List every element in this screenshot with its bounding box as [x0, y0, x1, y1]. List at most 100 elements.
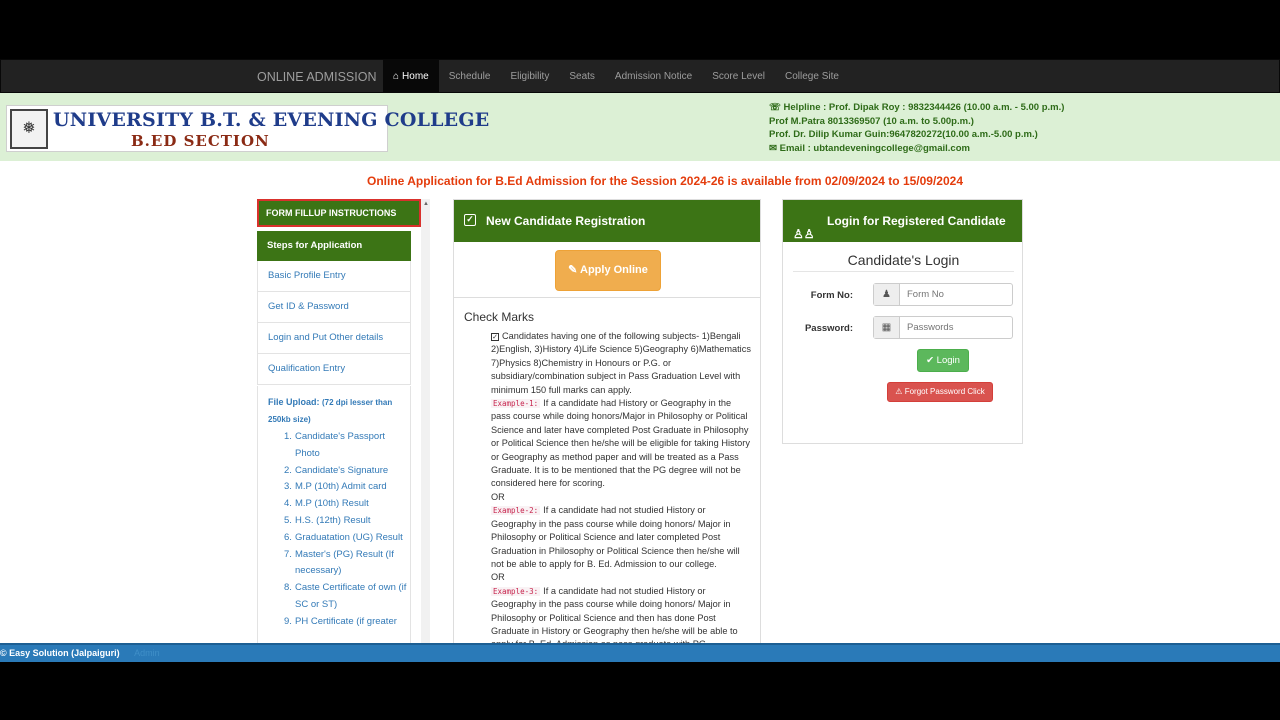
college-logo-banner: ❅ UNIVERSITY B.T. & EVENING COLLEGE B.ED…: [6, 105, 489, 152]
login-button[interactable]: ✔ Login: [917, 349, 969, 372]
nav-brand[interactable]: ONLINE ADMISSION: [257, 60, 376, 94]
upload-item-number: 3.: [284, 481, 292, 493]
upload-item: 7. Master's (PG) Result (If necessary): [268, 547, 408, 581]
contact-line-2: Prof M.Patra 8013369507 (10 a.m. to 5.00…: [769, 115, 974, 127]
example-1: Example-1: If a candidate had History or …: [491, 397, 751, 491]
contact-line-3: Prof. Dr. Dilip Kumar Guin:9647820272(10…: [769, 129, 1038, 141]
upload-item-number: 9.: [284, 615, 292, 627]
login-panel: ♙♙ Login for Registered Candidate Candid…: [782, 199, 1023, 444]
upload-item: 5. H.S. (12th) Result: [268, 513, 408, 530]
forgot-password-button[interactable]: ⚠ Forgot Password Click: [887, 382, 993, 402]
sidebar-scrollbar[interactable]: [421, 199, 430, 662]
helpline-text: Helpline : Prof. Dipak Roy : 9832344426 …: [783, 102, 1065, 113]
eligibility-intro-text: Candidates having one of the following s…: [491, 331, 751, 395]
upload-item: 2. Candidate's Signature: [268, 463, 408, 480]
step-login-details[interactable]: Login and Put Other details: [257, 323, 411, 354]
step-basic-profile[interactable]: Basic Profile Entry: [257, 261, 411, 292]
check-marks-title: Check Marks: [464, 310, 535, 324]
upload-title: File Upload: (72 dpi lesser than 250kb s…: [268, 394, 410, 428]
college-crest-icon: ❅: [10, 109, 48, 149]
lock-icon: ⚠: [895, 387, 905, 396]
nav-home[interactable]: ⌂ Home: [383, 60, 439, 93]
form-fillup-instructions-button[interactable]: FORM FILLUP INSTRUCTIONS: [257, 199, 421, 227]
instructions-sidebar: FORM FILLUP INSTRUCTIONS Steps for Appli…: [257, 199, 422, 662]
check-icon: ✔: [926, 355, 937, 366]
nav-score-level[interactable]: Score Level: [702, 60, 775, 93]
step-get-id-password[interactable]: Get ID & Password: [257, 292, 411, 323]
upload-item-number: 4.: [284, 498, 292, 510]
upload-item: 6. Graduatation (UG) Result: [268, 530, 408, 547]
or-separator: OR: [491, 491, 505, 502]
registration-heading-text: New Candidate Registration: [486, 214, 646, 228]
apply-area: ✎ Apply Online: [454, 242, 760, 298]
footer-admin-link[interactable]: Admin: [134, 648, 160, 658]
nav-links: ⌂ Home Schedule Eligibility Seats Admissi…: [383, 60, 849, 94]
upload-item-text: M.P (10th) Admit card: [295, 481, 387, 493]
apply-online-button[interactable]: ✎ Apply Online: [555, 250, 661, 291]
nav-admission-notice[interactable]: Admission Notice: [605, 60, 702, 93]
password-group: ▦: [873, 316, 1013, 339]
or-separator: OR: [491, 572, 505, 583]
eligibility-intro: ✓ Candidates having one of the following …: [491, 330, 751, 397]
steps-heading: Steps for Application: [257, 231, 411, 261]
example-3-label: Example-3:: [491, 586, 541, 596]
upload-item: 1. Candidate's Passport Photo: [268, 429, 408, 463]
step-qualification[interactable]: Qualification Entry: [257, 354, 411, 385]
upload-item-text: PH Certificate (if greater: [295, 615, 397, 627]
form-no-label: Form No:: [810, 290, 853, 301]
upload-item: 3. M.P (10th) Admit card: [268, 479, 408, 496]
registration-panel: ✓ New Candidate Registration ✎ Apply Onl…: [453, 199, 761, 662]
file-upload-section: File Upload: (72 dpi lesser than 250kb s…: [257, 386, 411, 662]
nav-college-site[interactable]: College Site: [775, 60, 849, 93]
user-icon: ♟: [874, 284, 900, 305]
registration-heading: ✓ New Candidate Registration: [454, 200, 760, 242]
phone-icon: ☏: [769, 102, 784, 113]
scroll-up-arrow-icon[interactable]: ▲: [423, 201, 429, 207]
edit-icon: ✎: [568, 264, 581, 276]
nav-seats[interactable]: Seats: [559, 60, 605, 93]
upload-item-number: 6.: [284, 531, 292, 543]
upload-item: 8. Caste Certificate of own (if SC or ST): [268, 580, 408, 614]
home-icon: ⌂: [393, 71, 400, 82]
upload-item-number: 2.: [284, 464, 292, 476]
upload-item-text: Candidate's Signature: [295, 464, 389, 476]
contact-info: ☏ Helpline : Prof. Dipak Roy : 983234442…: [769, 101, 1064, 155]
footer-bar: © Easy Solution (Jalpaiguri) Admin: [0, 643, 1280, 662]
logo-title: UNIVERSITY B.T. & EVENING COLLEGE: [53, 109, 490, 131]
forgot-password-label: Forgot Password Click: [904, 387, 985, 396]
password-label: Password:: [804, 323, 853, 334]
upload-item: 9. PH Certificate (if greater: [268, 614, 408, 631]
browser-viewport: ONLINE ADMISSION ⌂ Home Schedule Eligibil…: [0, 59, 1280, 662]
candidate-login-title: Candidate's Login: [793, 252, 1014, 272]
upload-item-text: Caste Certificate of own (if SC or ST): [295, 582, 407, 610]
top-navbar: ONLINE ADMISSION ⌂ Home Schedule Eligibil…: [0, 59, 1280, 93]
helpline-line: ☏ Helpline : Prof. Dipak Roy : 983234442…: [769, 101, 1064, 115]
footer-credit: © Easy Solution (Jalpaiguri): [0, 648, 120, 658]
email-line: ✉ Email : ubtandeveningcollege@gmail.com: [769, 142, 1064, 156]
nav-eligibility[interactable]: Eligibility: [500, 60, 559, 93]
upload-item: 4. M.P (10th) Result: [268, 496, 408, 513]
email-text: Email : ubtandeveningcollege@gmail.com: [779, 142, 970, 154]
logo-subtitle: B.ED SECTION: [131, 132, 270, 150]
form-no-input[interactable]: [901, 285, 1011, 304]
upload-item-text: Graduatation (UG) Result: [295, 531, 403, 543]
upload-item-text: M.P (10th) Result: [295, 498, 369, 510]
envelope-icon: ✉: [769, 142, 780, 154]
nav-schedule[interactable]: Schedule: [439, 60, 501, 93]
password-input[interactable]: [901, 318, 1011, 337]
upload-item-text: H.S. (12th) Result: [295, 514, 371, 526]
checkbox-icon: ✓: [464, 214, 476, 226]
users-icon: ♙♙: [793, 227, 815, 241]
example-2: Example-2: If a candidate had not studied…: [491, 504, 751, 571]
login-button-label: Login: [936, 355, 960, 366]
upload-item-number: 5.: [284, 514, 292, 526]
form-no-group: ♟: [873, 283, 1013, 306]
upload-title-label: File Upload:: [268, 397, 320, 407]
upload-item-text: Master's (PG) Result (If necessary): [295, 548, 394, 577]
upload-item-number: 1.: [284, 431, 292, 442]
upload-item-number: 7.: [284, 548, 292, 560]
check-marks-body: ✓ Candidates having one of the following …: [491, 330, 751, 652]
example-1-label: Example-1:: [491, 399, 541, 409]
qrcode-icon: ▦: [874, 317, 900, 338]
announcement-text: Online Application for B.Ed Admission fo…: [367, 174, 963, 188]
